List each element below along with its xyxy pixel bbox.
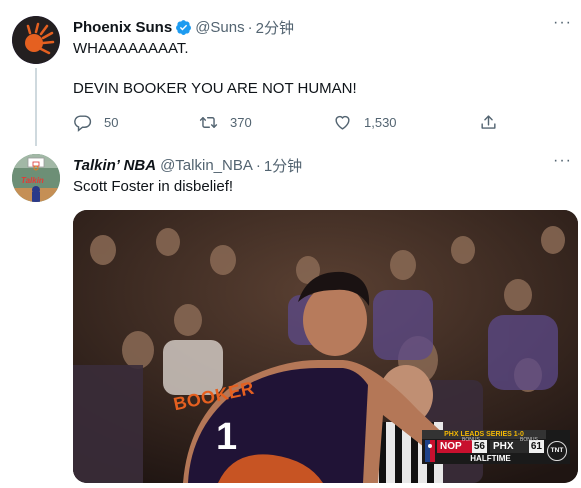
share-button[interactable] xyxy=(479,113,510,132)
retweet-icon xyxy=(199,117,218,128)
tweet2-header: Talkin’ NBA @Talkin_NBA · 1分钟 xyxy=(73,155,302,176)
timestamp[interactable]: 2分钟 xyxy=(256,17,294,38)
verified-badge-icon xyxy=(176,20,192,35)
separator-dot: · xyxy=(255,157,261,174)
share-icon xyxy=(481,115,496,129)
timestamp[interactable]: 1分钟 xyxy=(264,155,302,176)
scorebug: PHX LEADS SERIES 1-0 NOP 56 PHX 61 BONUS… xyxy=(422,430,570,464)
suns-logo-icon xyxy=(12,16,60,64)
tweet2-text: Scott Foster in disbelief! xyxy=(73,178,234,195)
like-button[interactable]: 1,530 xyxy=(333,113,397,132)
team1-abbr: NOP xyxy=(440,441,462,452)
display-name[interactable]: Phoenix Suns xyxy=(73,19,172,36)
more-options-icon[interactable]: ··· xyxy=(553,152,572,170)
like-count: 1,530 xyxy=(364,115,397,130)
bonus-label-1: BONUS xyxy=(462,437,480,443)
retweet-count: 370 xyxy=(230,115,252,130)
handle[interactable]: @Suns xyxy=(195,19,244,36)
tweet1-header: Phoenix Suns @Suns · 2分钟 xyxy=(73,17,294,38)
reply-button[interactable]: 50 xyxy=(73,113,118,132)
retweet-button[interactable]: 370 xyxy=(199,113,252,132)
reply-count: 50 xyxy=(104,115,119,130)
nba-logo-icon xyxy=(425,440,435,462)
jersey-number: 1 xyxy=(216,416,238,458)
period-label: HALFTIME xyxy=(470,454,511,463)
suns-avatar[interactable] xyxy=(12,16,60,64)
tweet1-line2: DEVIN BOOKER YOU ARE NOT HUMAN! xyxy=(73,80,357,97)
tweet-media[interactable]: BOOKER 1 PHX LEADS SERIES 1-0 NOP 56 PHX… xyxy=(73,210,578,483)
thread-line xyxy=(35,68,37,146)
handle[interactable]: @Talkin_NBA xyxy=(160,157,253,174)
separator-dot: · xyxy=(247,19,253,36)
heart-icon xyxy=(335,115,350,130)
display-name[interactable]: Talkin’ NBA xyxy=(73,157,156,174)
avatar-text: Talkin xyxy=(21,176,44,185)
talkin-nba-avatar[interactable]: Talkin xyxy=(12,154,60,202)
more-options-icon[interactable]: ··· xyxy=(553,14,572,32)
reply-icon xyxy=(74,115,92,132)
bonus-label-2: BONUS xyxy=(520,437,538,443)
network-logo-icon: TNT xyxy=(547,441,567,461)
tweet1-line1: WHAAAAAAAAT. xyxy=(73,40,189,57)
team2-abbr: PHX xyxy=(493,441,514,452)
